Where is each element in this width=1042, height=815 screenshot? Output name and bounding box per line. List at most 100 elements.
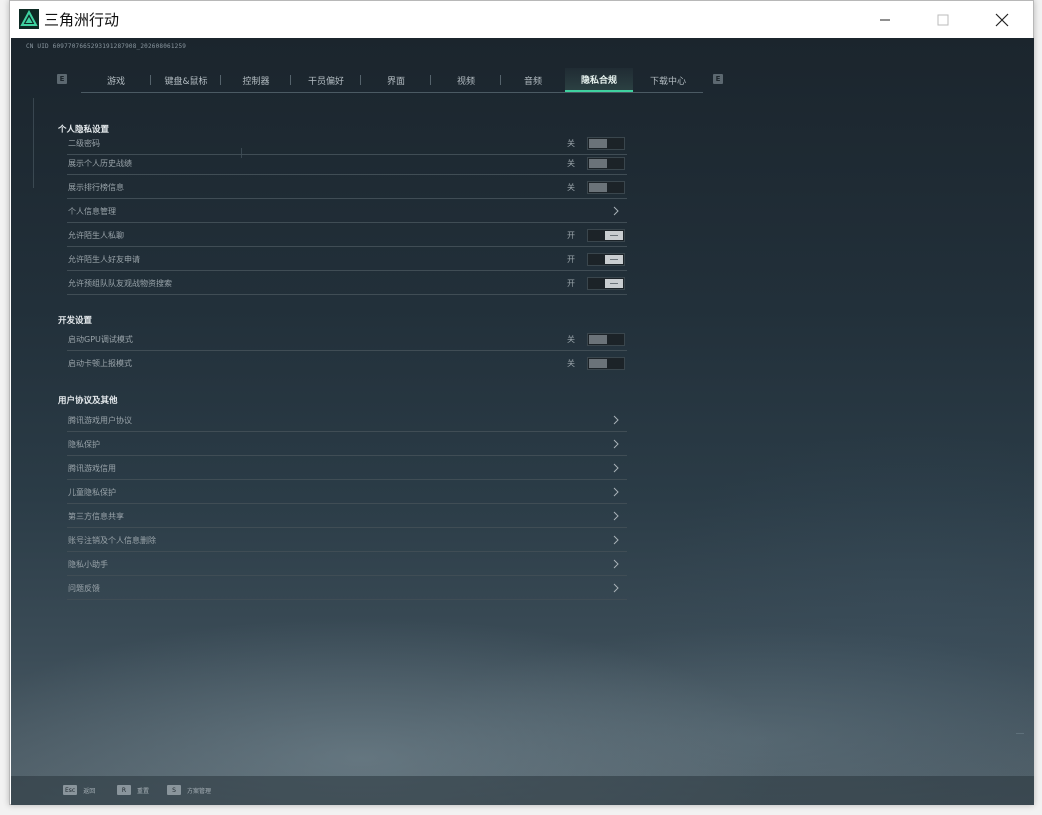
tab-label: 游戏 — [106, 76, 125, 87]
setting-label: 儿童隐私保护 — [68, 488, 116, 497]
footer-key: R — [117, 785, 131, 795]
toggle-switch[interactable] — [587, 181, 625, 194]
footer-key: Esc — [63, 785, 78, 795]
toggle-switch[interactable] — [587, 157, 625, 170]
setting-row-show-leaderboard[interactable]: 展示排行榜信息 关 — [67, 175, 627, 199]
toggle-state-text: 开 — [567, 279, 575, 288]
tab-game[interactable]: 游戏 — [81, 68, 151, 92]
setting-label: 展示排行榜信息 — [68, 183, 124, 192]
setting-label: 允许陌生人私聊 — [68, 231, 124, 240]
minimize-button[interactable] — [862, 1, 908, 38]
toggle-switch[interactable] — [587, 333, 625, 346]
toggle-state-text: 开 — [567, 255, 575, 264]
setting-row-allow-stranger-chat[interactable]: 允许陌生人私聊 开 — [67, 223, 627, 247]
toggle-switch[interactable] — [587, 277, 625, 290]
tab-operator-preferences[interactable]: 干员偏好 — [291, 68, 361, 92]
tab-label: 下载中心 — [649, 76, 686, 87]
setting-label: 二级密码 — [68, 139, 100, 148]
tab-label: 键盘&鼠标 — [164, 76, 208, 87]
chevron-right-icon — [613, 463, 619, 473]
tab-next-key[interactable]: E — [713, 74, 723, 84]
toggle-switch[interactable] — [587, 229, 625, 242]
maximize-button[interactable] — [920, 1, 966, 38]
tab-keyboard-mouse[interactable]: 键盘&鼠标 — [151, 68, 221, 92]
app-window: 三角洲行动 CN UID 6097707665293191287908_2026… — [9, 0, 1034, 805]
setting-row-allow-teammate-spectate[interactable]: 允许预组队队友观战物资搜索 开 — [67, 271, 627, 295]
window-title: 三角洲行动 — [44, 11, 120, 29]
link-row-third-party-sharing[interactable]: 第三方信息共享 — [67, 504, 627, 528]
setting-row-gpu-debug[interactable]: 启动GPU调试模式 关 — [67, 327, 627, 351]
setting-row-personal-info-management[interactable]: 个人信息管理 — [67, 199, 627, 223]
section-title-agreements: 用户协议及其他 — [58, 396, 118, 406]
close-button[interactable] — [979, 1, 1025, 38]
title-bar[interactable]: 三角洲行动 — [10, 1, 1033, 38]
setting-label: 启动卡顿上报模式 — [68, 359, 132, 368]
setting-label: 隐私保护 — [68, 440, 100, 449]
setting-label: 展示个人历史战绩 — [68, 159, 132, 168]
link-row-user-agreement[interactable]: 腾讯游戏用户协议 — [67, 408, 627, 432]
chevron-right-icon — [613, 439, 619, 449]
game-settings-view: CN UID 6097707665293191287908_2026080612… — [11, 38, 1034, 805]
chevron-right-icon — [613, 559, 619, 569]
footer-reset[interactable]: R 重置 — [117, 785, 149, 795]
toggle-knob — [605, 255, 623, 264]
footer-scheme-management[interactable]: S 方案管理 — [167, 785, 211, 795]
setting-row-allow-stranger-friend-request[interactable]: 允许陌生人好友申请 开 — [67, 247, 627, 271]
link-row-privacy-protection[interactable]: 隐私保护 — [67, 432, 627, 456]
tab-privacy-compliance[interactable]: 隐私合规 — [565, 68, 633, 92]
maximize-icon — [937, 14, 949, 25]
toggle-state-text: 关 — [567, 159, 575, 168]
chevron-right-icon — [613, 511, 619, 521]
close-icon — [995, 13, 1009, 26]
tab-controller[interactable]: 控制器 — [221, 68, 291, 92]
link-row-account-deletion[interactable]: 账号注销及个人信息删除 — [67, 528, 627, 552]
setting-label: 问题反馈 — [68, 584, 100, 593]
tab-audio[interactable]: 音频 — [501, 68, 565, 92]
toggle-knob — [605, 279, 623, 288]
build-info: CN UID 6097707665293191287908_2026080612… — [26, 43, 187, 50]
setting-label: 启动GPU调试模式 — [68, 335, 133, 344]
footer-label: 重置 — [137, 787, 150, 795]
toggle-knob — [589, 159, 607, 168]
tab-prev-key[interactable]: E — [57, 74, 67, 84]
toggle-knob — [589, 183, 607, 192]
section-title-dev-settings: 开发设置 — [58, 316, 93, 326]
chevron-right-icon — [613, 487, 619, 497]
toggle-knob — [589, 335, 607, 344]
setting-label: 允许预组队队友观战物资搜索 — [68, 279, 172, 288]
toggle-switch[interactable] — [587, 357, 625, 370]
tab-video[interactable]: 视频 — [431, 68, 501, 92]
tab-label: 音频 — [523, 76, 542, 87]
footer-label: 方案管理 — [187, 787, 212, 795]
toggle-knob — [589, 139, 607, 148]
footer-hint-bar: Esc 返回 R 重置 S 方案管理 — [11, 776, 1034, 805]
toggle-knob — [589, 359, 607, 368]
toggle-state-text: 开 — [567, 231, 575, 240]
setting-row-stutter-report[interactable]: 启动卡顿上报模式 关 — [67, 351, 627, 375]
setting-row-show-history[interactable]: 展示个人历史战绩 关 — [67, 151, 627, 175]
toggle-state-text: 关 — [567, 183, 575, 192]
link-row-child-privacy[interactable]: 儿童隐私保护 — [67, 480, 627, 504]
link-row-privacy-assistant[interactable]: 隐私小助手 — [67, 552, 627, 576]
setting-label: 账号注销及个人信息删除 — [68, 536, 156, 545]
tab-download-center[interactable]: 下载中心 — [633, 68, 703, 92]
link-row-game-credit[interactable]: 腾讯游戏信用 — [67, 456, 627, 480]
tab-label: 干员偏好 — [307, 76, 344, 87]
toggle-state-text: 关 — [567, 359, 575, 368]
footer-back[interactable]: Esc 返回 — [63, 785, 95, 795]
settings-tab-bar: 游戏 键盘&鼠标 控制器 干员偏好 界面 视频 音频 隐私合规 下载中心 — [81, 68, 703, 93]
setting-label: 腾讯游戏信用 — [68, 464, 116, 473]
chevron-right-icon — [613, 415, 619, 425]
chevron-right-icon — [613, 535, 619, 545]
tab-interface[interactable]: 界面 — [361, 68, 431, 92]
link-row-feedback[interactable]: 问题反馈 — [67, 576, 627, 600]
tab-label: 视频 — [456, 76, 475, 87]
decor-line — [33, 98, 34, 188]
tab-label: 隐私合规 — [580, 75, 617, 86]
toggle-state-text: 关 — [567, 335, 575, 344]
toggle-switch[interactable] — [587, 253, 625, 266]
app-logo-icon — [19, 9, 39, 29]
setting-label: 第三方信息共享 — [68, 512, 124, 521]
footer-key: S — [167, 785, 181, 795]
toggle-switch[interactable] — [587, 137, 625, 150]
